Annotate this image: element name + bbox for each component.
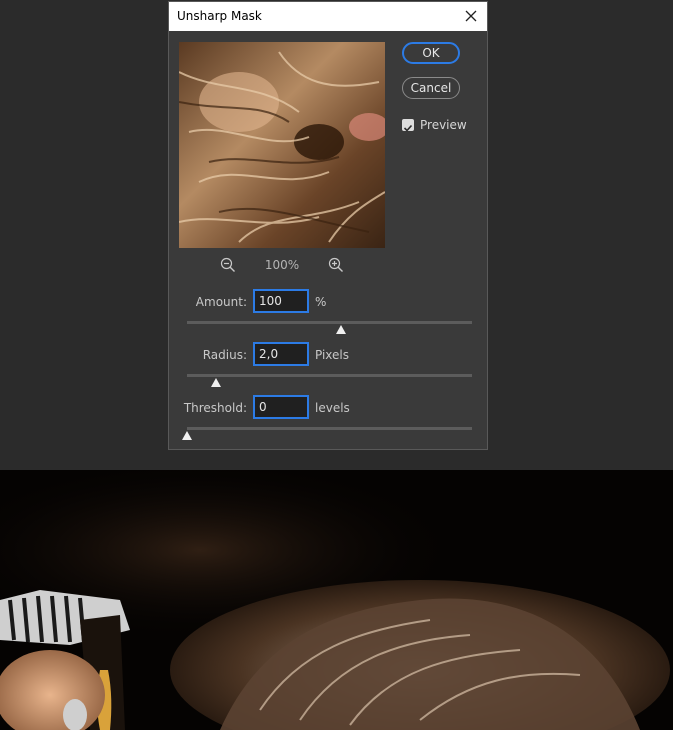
- amount-slider-thumb[interactable]: [335, 325, 346, 334]
- preview-label: Preview: [420, 118, 467, 132]
- zoom-out-icon: [220, 257, 235, 272]
- zoom-in-icon: [328, 257, 343, 272]
- preview-checkbox[interactable]: [402, 119, 414, 132]
- threshold-input[interactable]: 0: [253, 395, 309, 419]
- threshold-slider-thumb[interactable]: [182, 431, 192, 440]
- amount-unit: %: [315, 295, 327, 309]
- dialog-title: Unsharp Mask: [177, 9, 262, 23]
- amount-label: Amount:: [195, 295, 247, 309]
- preview-thumbnail[interactable]: [179, 42, 385, 248]
- canvas-photo: [0, 470, 670, 730]
- threshold-label: Threshold:: [183, 401, 247, 415]
- close-button[interactable]: [461, 6, 481, 26]
- close-icon: [465, 10, 477, 22]
- checkmark-icon: [403, 124, 413, 132]
- preview-image: [179, 42, 385, 248]
- amount-slider-track[interactable]: [187, 321, 472, 324]
- zoom-in-button[interactable]: [328, 257, 344, 273]
- threshold-unit: levels: [315, 401, 350, 415]
- canvas-image[interactable]: [0, 470, 673, 730]
- zoom-out-button[interactable]: [220, 257, 236, 273]
- unsharp-mask-dialog: Unsharp Mask OK Cancel Preview 100% Amou…: [168, 1, 488, 450]
- cancel-button[interactable]: Cancel: [402, 77, 460, 99]
- dialog-titlebar[interactable]: Unsharp Mask: [169, 2, 487, 31]
- radius-slider-thumb[interactable]: [210, 378, 221, 387]
- radius-unit: Pixels: [315, 348, 350, 362]
- amount-input[interactable]: 100: [253, 289, 309, 313]
- threshold-slider-track[interactable]: [187, 427, 472, 430]
- radius-label: Radius:: [202, 348, 247, 362]
- zoom-level: 100%: [264, 258, 300, 272]
- ok-button[interactable]: OK: [402, 42, 460, 64]
- radius-input[interactable]: 2,0: [253, 342, 309, 366]
- radius-slider-track[interactable]: [187, 374, 472, 377]
